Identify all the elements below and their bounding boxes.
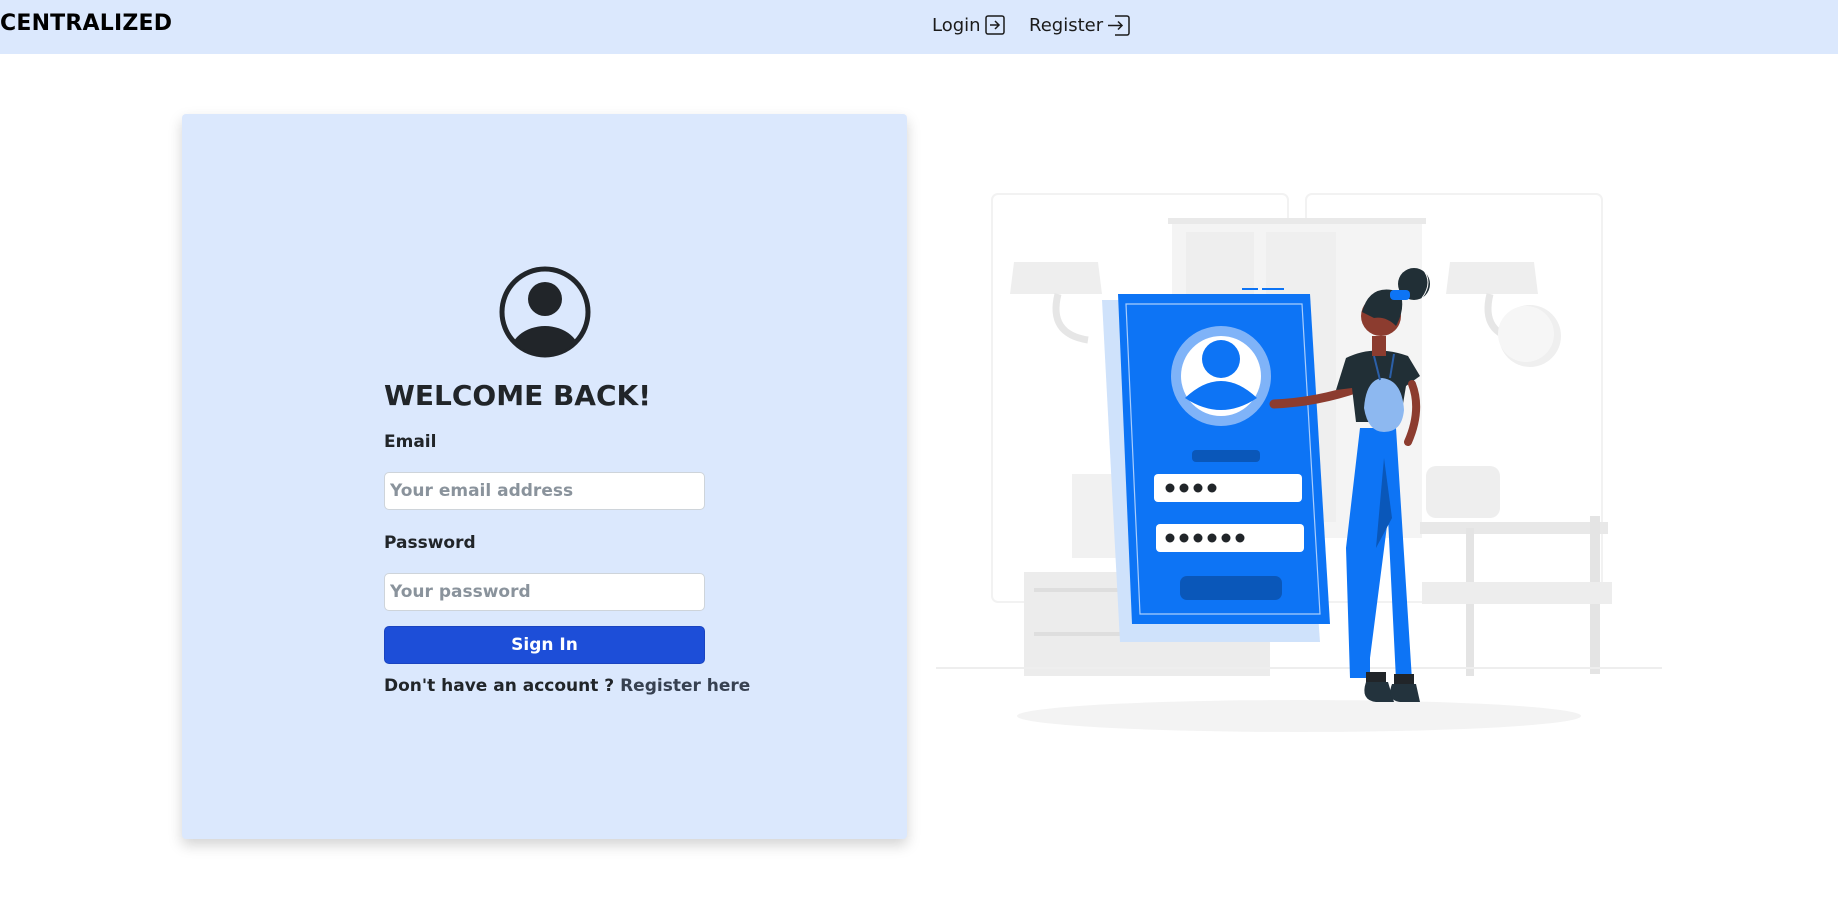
welcome-heading: WELCOME BACK! [384,379,651,412]
sign-in-button[interactable]: Sign In [384,626,705,664]
login-card: WELCOME BACK! Email Password Sign In Don… [182,114,907,839]
password-input[interactable] [384,573,705,611]
person-circle-icon [499,266,591,358]
nav-login-link[interactable]: Login [932,13,1006,37]
login-illustration [936,193,1662,732]
nav-register-label: Register [1029,14,1104,36]
nav-register-link[interactable]: Register [1029,13,1130,37]
register-prompt-text: Don't have an account ? [384,676,615,696]
login-arrow-icon [984,14,1005,35]
nav-login-label: Login [932,14,981,36]
brand-logo[interactable]: CENTRALIZED [0,11,172,36]
email-input[interactable] [384,472,705,510]
register-arrow-icon [1108,14,1130,36]
top-navbar: CENTRALIZED Login Register [0,0,1838,54]
email-label: Email [384,432,437,452]
password-label: Password [384,533,476,553]
register-here-link[interactable]: Register here [620,676,750,696]
register-prompt: Don't have an account ? Register here [384,676,750,696]
